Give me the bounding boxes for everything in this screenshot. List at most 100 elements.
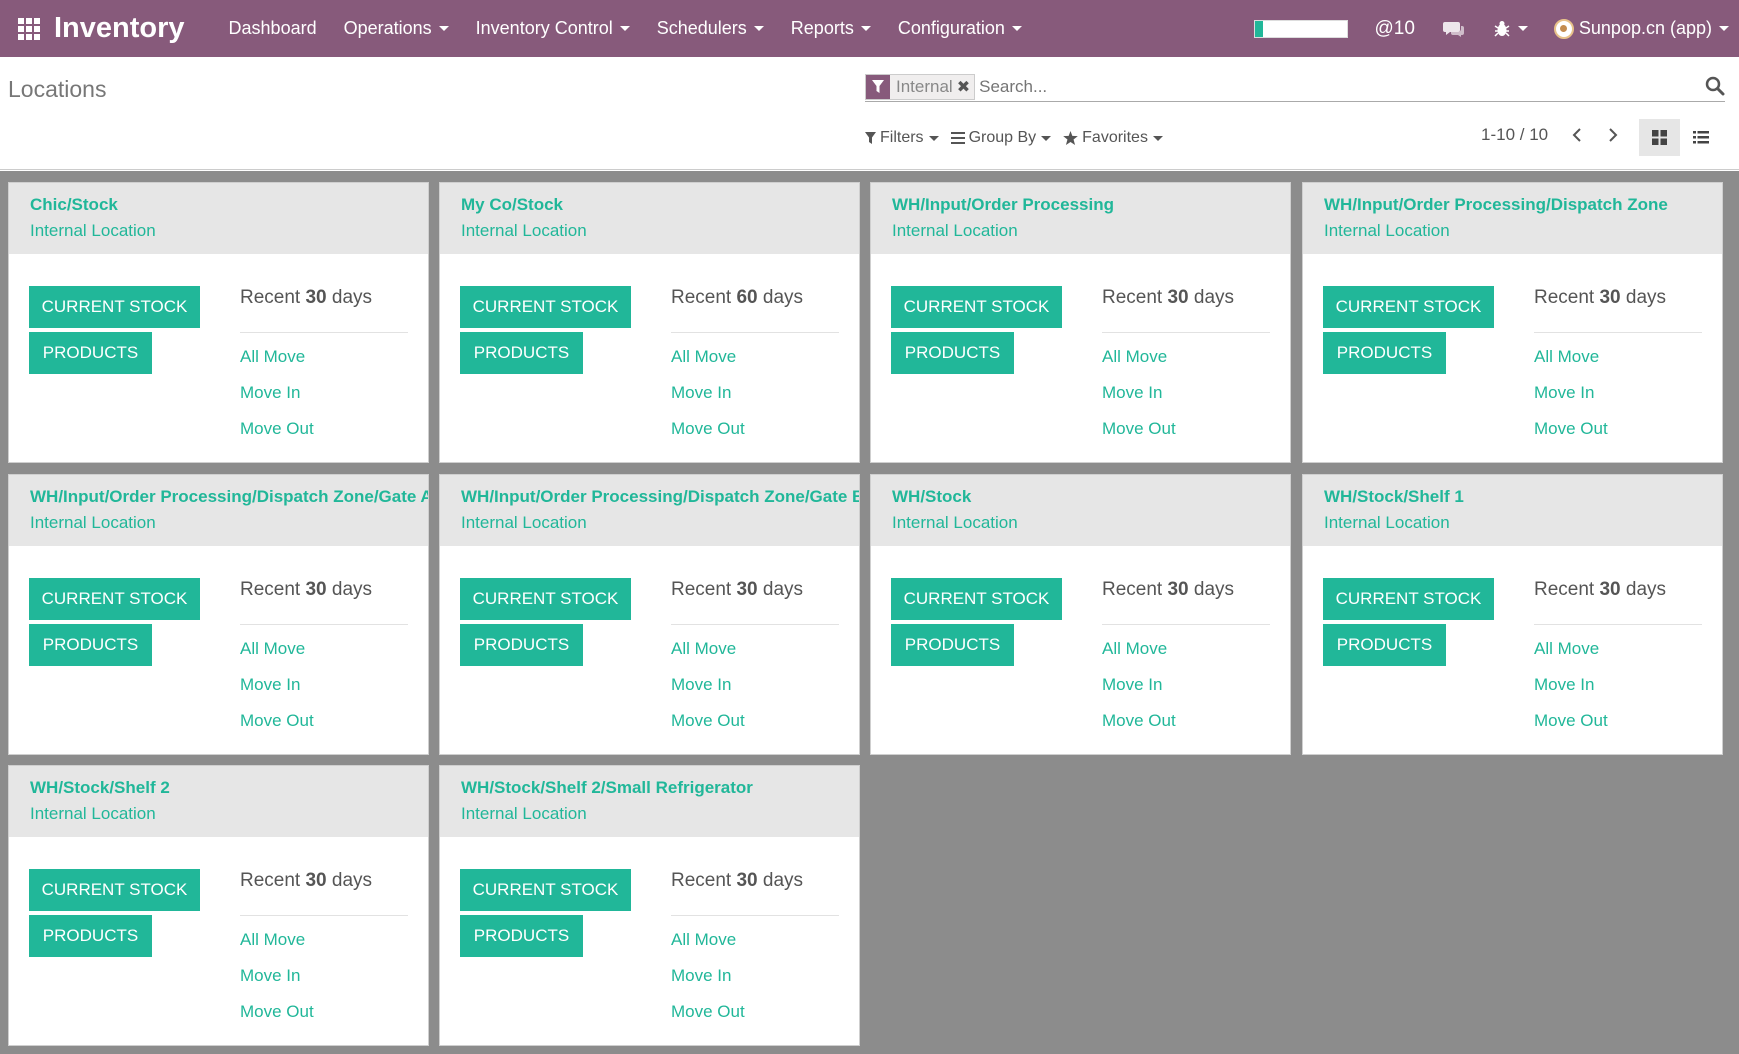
move-in-link[interactable]: Move In — [240, 675, 300, 695]
move-in-link[interactable]: Move In — [671, 966, 731, 986]
current-stock-button[interactable]: CURRENT STOCK — [460, 869, 631, 911]
menu-configuration[interactable]: Configuration — [898, 18, 1022, 39]
move-in-link[interactable]: Move In — [671, 675, 731, 695]
location-name[interactable]: My Co/Stock — [461, 195, 859, 215]
location-card[interactable]: WH/Stock/Shelf 2 Internal Location CURRE… — [8, 765, 429, 1046]
current-stock-button[interactable]: CURRENT STOCK — [29, 286, 200, 328]
move-in-link[interactable]: Move In — [240, 966, 300, 986]
move-in-link[interactable]: Move In — [240, 383, 300, 403]
location-card[interactable]: WH/Input/Order Processing/Dispatch Zone … — [1302, 182, 1723, 463]
location-name[interactable]: WH/Input/Order Processing/Dispatch Zone — [1324, 195, 1722, 215]
location-name[interactable]: WH/Stock/Shelf 2 — [30, 778, 428, 798]
all-move-link[interactable]: All Move — [240, 347, 305, 367]
move-out-link[interactable]: Move Out — [1534, 419, 1608, 439]
products-button[interactable]: PRODUCTS — [1323, 624, 1446, 666]
menu-operations[interactable]: Operations — [344, 18, 449, 39]
user-menu[interactable]: Sunpop.cn (app) — [1553, 18, 1729, 39]
location-card[interactable]: WH/Input/Order Processing/Dispatch Zone/… — [8, 474, 429, 755]
chat-icon[interactable] — [1442, 20, 1465, 38]
search-facet[interactable]: Internal ✖ — [865, 73, 976, 100]
all-move-link[interactable]: All Move — [1534, 347, 1599, 367]
search-options: Filters Group By Favorites — [865, 129, 1175, 147]
location-name[interactable]: Chic/Stock — [30, 195, 428, 215]
debug-bug-icon[interactable] — [1493, 20, 1528, 38]
move-in-link[interactable]: Move In — [1102, 675, 1162, 695]
move-out-link[interactable]: Move Out — [671, 1002, 745, 1022]
products-button[interactable]: PRODUCTS — [891, 624, 1014, 666]
current-stock-button[interactable]: CURRENT STOCK — [1323, 286, 1494, 328]
list-view-button[interactable] — [1680, 119, 1721, 156]
location-card[interactable]: WH/Input/Order Processing Internal Locat… — [870, 182, 1291, 463]
all-move-link[interactable]: All Move — [240, 930, 305, 950]
all-move-link[interactable]: All Move — [671, 930, 736, 950]
current-stock-button[interactable]: CURRENT STOCK — [460, 286, 631, 328]
favorites-dropdown[interactable]: Favorites — [1063, 129, 1163, 147]
location-card[interactable]: WH/Stock/Shelf 2/Small Refrigerator Inte… — [439, 765, 860, 1046]
chevron-right-icon[interactable] — [1604, 125, 1621, 145]
chevron-left-icon[interactable] — [1568, 125, 1585, 145]
move-out-link[interactable]: Move Out — [240, 711, 314, 731]
location-name[interactable]: WH/Input/Order Processing/Dispatch Zone/… — [30, 487, 428, 507]
all-move-link[interactable]: All Move — [1102, 347, 1167, 367]
products-button[interactable]: PRODUCTS — [1323, 332, 1446, 374]
move-in-link[interactable]: Move In — [1534, 383, 1594, 403]
recent-days-label: Recent 30 days — [1534, 287, 1667, 308]
close-icon[interactable]: ✖ — [957, 77, 974, 97]
products-button[interactable]: PRODUCTS — [460, 624, 583, 666]
current-stock-button[interactable]: CURRENT STOCK — [891, 286, 1062, 328]
pager-counter[interactable]: 1-10 / 10 — [1481, 125, 1548, 145]
all-move-link[interactable]: All Move — [671, 347, 736, 367]
move-out-link[interactable]: Move Out — [240, 419, 314, 439]
move-in-link[interactable]: Move In — [671, 383, 731, 403]
current-stock-button[interactable]: CURRENT STOCK — [29, 578, 200, 620]
menu-inventory-control[interactable]: Inventory Control — [476, 18, 630, 39]
location-card[interactable]: WH/Input/Order Processing/Dispatch Zone/… — [439, 474, 860, 755]
caret-down-icon — [860, 26, 871, 31]
location-card[interactable]: WH/Stock Internal Location CURRENT STOCK… — [870, 474, 1291, 755]
move-out-link[interactable]: Move Out — [1102, 711, 1176, 731]
current-stock-button[interactable]: CURRENT STOCK — [891, 578, 1062, 620]
location-card[interactable]: My Co/Stock Internal Location CURRENT ST… — [439, 182, 860, 463]
location-card[interactable]: WH/Stock/Shelf 1 Internal Location CURRE… — [1302, 474, 1723, 755]
move-in-link[interactable]: Move In — [1102, 383, 1162, 403]
current-stock-button[interactable]: CURRENT STOCK — [29, 869, 200, 911]
move-out-link[interactable]: Move Out — [671, 711, 745, 731]
location-name[interactable]: WH/Input/Order Processing/Dispatch Zone/… — [461, 487, 859, 507]
search-input[interactable] — [979, 76, 1725, 97]
move-out-link[interactable]: Move Out — [1534, 711, 1608, 731]
mentions-counter[interactable]: @10 — [1374, 18, 1414, 40]
location-name[interactable]: WH/Stock/Shelf 2/Small Refrigerator — [461, 778, 859, 798]
current-stock-button[interactable]: CURRENT STOCK — [460, 578, 631, 620]
move-out-link[interactable]: Move Out — [1102, 419, 1176, 439]
menu-reports[interactable]: Reports — [791, 18, 871, 39]
products-button[interactable]: PRODUCTS — [460, 332, 583, 374]
menu-schedulers[interactable]: Schedulers — [657, 18, 764, 39]
products-button[interactable]: PRODUCTS — [891, 332, 1014, 374]
all-move-link[interactable]: All Move — [1534, 639, 1599, 659]
apps-grid-icon[interactable] — [0, 0, 57, 57]
all-move-link[interactable]: All Move — [1102, 639, 1167, 659]
all-move-link[interactable]: All Move — [240, 639, 305, 659]
app-brand[interactable]: Inventory — [54, 12, 185, 45]
divider — [1534, 332, 1702, 333]
products-button[interactable]: PRODUCTS — [29, 332, 152, 374]
current-stock-button[interactable]: CURRENT STOCK — [1323, 578, 1494, 620]
location-name[interactable]: WH/Stock — [892, 487, 1290, 507]
menu-dashboard[interactable]: Dashboard — [229, 18, 317, 39]
groupby-dropdown[interactable]: Group By — [950, 129, 1052, 147]
kanban-view-button[interactable] — [1639, 119, 1680, 156]
products-button[interactable]: PRODUCTS — [29, 915, 152, 957]
search-icon[interactable] — [1705, 76, 1725, 101]
filters-dropdown[interactable]: Filters — [865, 129, 939, 147]
all-move-link[interactable]: All Move — [671, 639, 736, 659]
products-button[interactable]: PRODUCTS — [29, 624, 152, 666]
move-in-link[interactable]: Move In — [1534, 675, 1594, 695]
location-name[interactable]: WH/Stock/Shelf 1 — [1324, 487, 1722, 507]
move-out-link[interactable]: Move Out — [240, 1002, 314, 1022]
location-card[interactable]: Chic/Stock Internal Location CURRENT STO… — [8, 182, 429, 463]
products-button[interactable]: PRODUCTS — [460, 915, 583, 957]
location-name[interactable]: WH/Input/Order Processing — [892, 195, 1290, 215]
move-out-link[interactable]: Move Out — [671, 419, 745, 439]
menu-label: Dashboard — [228, 18, 317, 38]
progress-bar[interactable] — [1254, 19, 1349, 38]
